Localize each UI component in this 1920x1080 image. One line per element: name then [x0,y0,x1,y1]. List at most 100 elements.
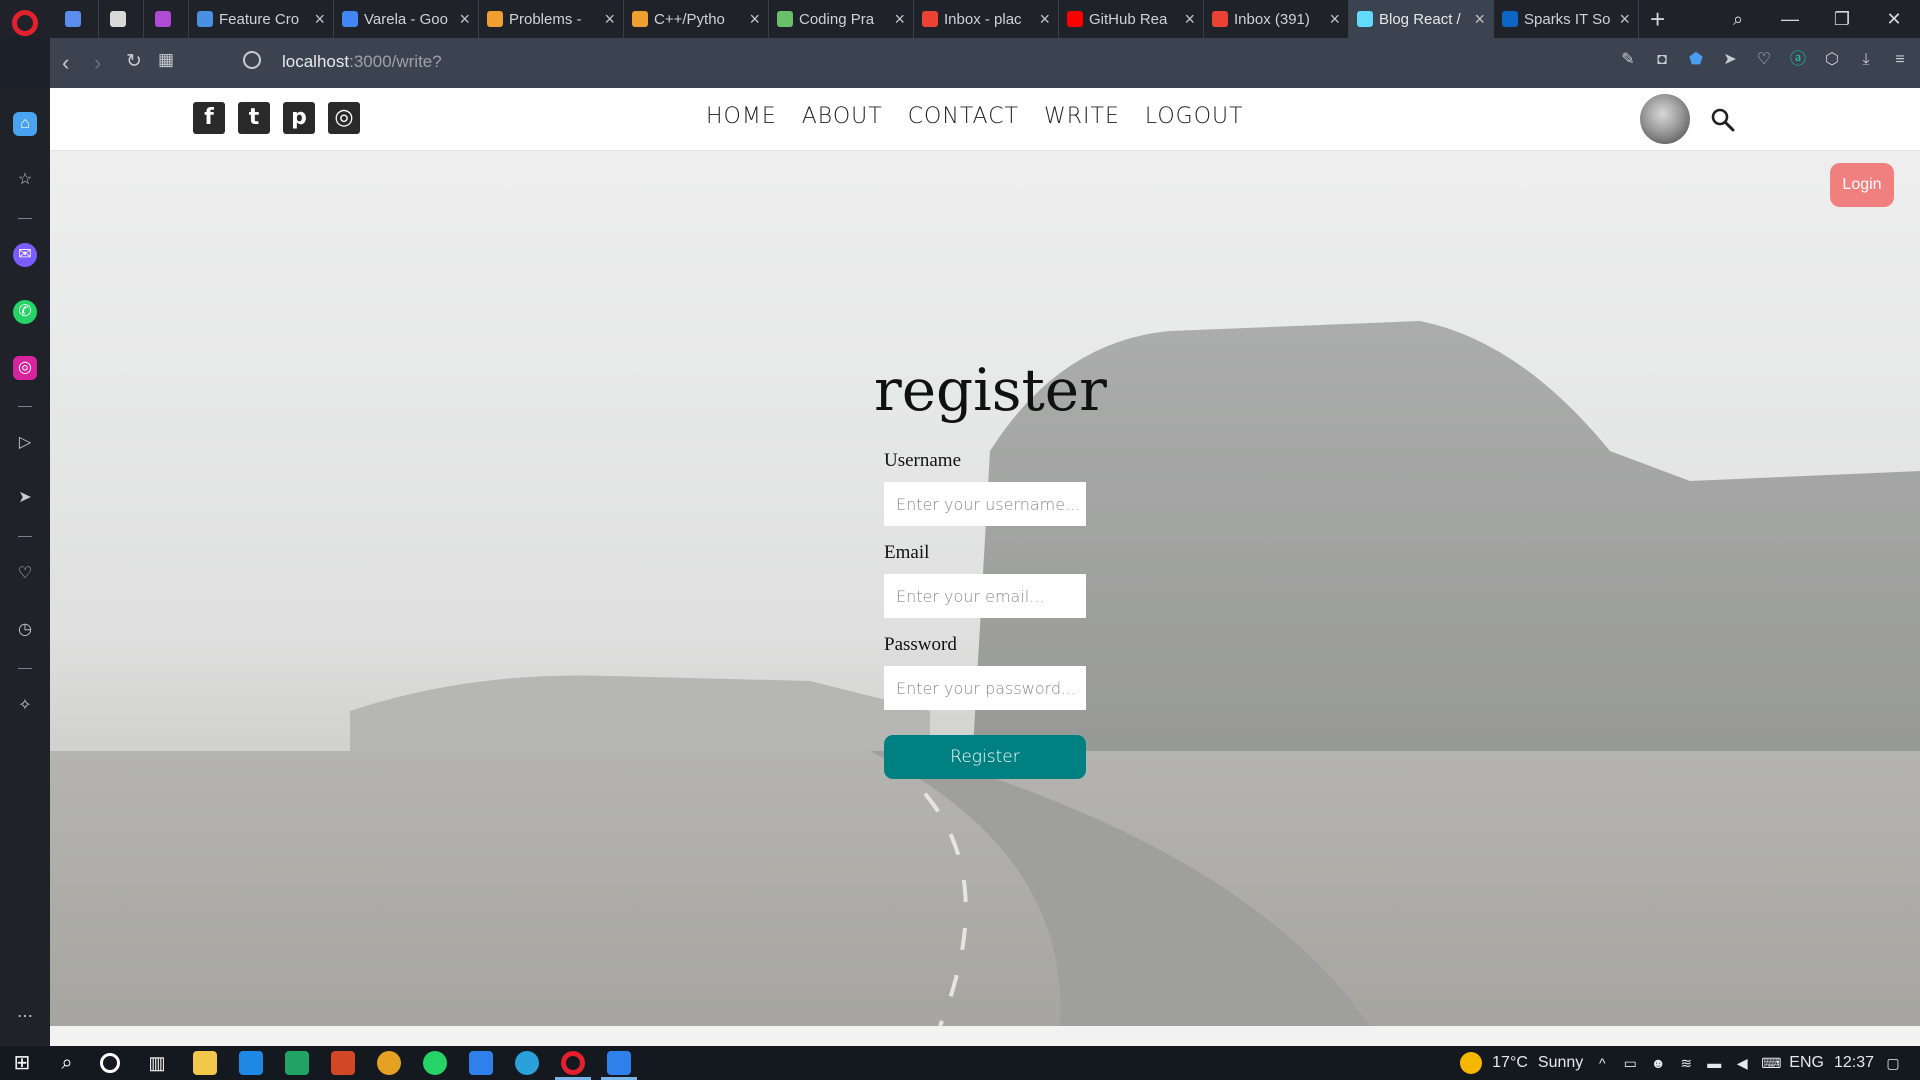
register-button[interactable]: Register [884,735,1086,779]
browser-tab[interactable]: C++/Pytho × [624,0,769,38]
whatsapp-icon[interactable]: ✆ [13,300,37,324]
close-window-button[interactable]: ✕ [1868,9,1920,30]
password-input[interactable] [884,666,1086,710]
messenger-icon[interactable]: ✉ [13,243,37,267]
close-tab-icon[interactable]: × [749,9,760,30]
close-tab-icon[interactable]: × [1474,9,1485,30]
language-indicator[interactable]: ENG [1789,1054,1824,1072]
close-tab-icon[interactable]: × [604,9,615,30]
browser-tab[interactable]: GitHub Rea × [1059,0,1204,38]
file-explorer-icon[interactable] [193,1051,217,1075]
star-icon[interactable]: ☆ [13,168,37,192]
reload-button[interactable]: ↻ [126,50,142,73]
browser-tab[interactable] [54,0,99,38]
battery-icon[interactable]: ▬ [1705,1054,1723,1072]
facebook-icon-glyph: f [204,105,214,130]
speed-dial-icon[interactable]: ▦ [158,50,174,70]
close-tab-icon[interactable]: × [1619,9,1630,30]
back-button[interactable]: ‹ [62,50,69,76]
heart-sidebar-icon[interactable]: ♡ [13,562,37,586]
browser-tab[interactable]: Problems - × [479,0,624,38]
home-icon[interactable]: ⌂ [13,112,37,136]
people-icon[interactable]: ☻ [1649,1054,1667,1072]
search-tabs-icon[interactable]: ⌕ [1712,9,1764,30]
browser-tab[interactable]: Sparks IT So × [1494,0,1639,38]
windows-start-icon[interactable]: ⊞ [10,1051,34,1075]
browser-tab[interactable]: Feature Cro × [189,0,334,38]
history-icon[interactable]: ◷ [13,618,37,642]
lightbulb-icon[interactable]: ✧ [13,694,37,718]
opera-logo-icon[interactable] [12,10,38,36]
shield-icon[interactable]: ⬟ [1686,50,1706,70]
send-sidebar-icon[interactable]: ➤ [13,486,37,510]
search-icon[interactable] [1710,107,1736,133]
close-tab-icon[interactable]: × [1039,9,1050,30]
browser-tab[interactable]: Blog React / × [1349,0,1494,38]
instagram-icon[interactable]: ◎ [328,102,360,134]
browser-tab[interactable]: Inbox - plac × [914,0,1059,38]
cc-favicon [110,11,126,27]
close-tab-icon[interactable]: × [459,9,470,30]
notifications-icon[interactable]: ▢ [1884,1054,1902,1072]
forward-button[interactable]: › [94,50,101,76]
email-input[interactable] [884,574,1086,618]
facebook-icon[interactable]: f [193,102,225,134]
heart-icon[interactable]: ♡ [1754,50,1774,70]
new-tab-button[interactable]: + [1650,4,1665,35]
telegram-icon[interactable] [515,1051,539,1075]
volume-icon[interactable]: ◀ [1733,1054,1751,1072]
clock[interactable]: 12:37 [1834,1054,1874,1072]
mail-icon[interactable] [239,1051,263,1075]
chevron-up-icon[interactable]: ^ [1593,1054,1611,1072]
close-tab-icon[interactable]: × [894,9,905,30]
restore-button[interactable]: ❐ [1816,9,1868,30]
browser-tab[interactable]: Varela - Goo × [334,0,479,38]
close-tab-icon[interactable]: × [1184,9,1195,30]
username-input[interactable] [884,482,1086,526]
wifi-icon[interactable]: ≋ [1677,1054,1695,1072]
browser-tab[interactable]: Inbox (391) × [1204,0,1349,38]
vscode-icon[interactable] [469,1051,493,1075]
opera-taskbar-icon[interactable] [561,1051,585,1075]
keyboard-icon[interactable]: ⌨ [1761,1054,1781,1072]
twitter-icon[interactable]: t [238,102,270,134]
easy-setup-icon[interactable]: ≡ [1890,50,1910,70]
weather-text[interactable]: Sunny [1538,1054,1583,1072]
powerpoint-icon[interactable] [331,1051,355,1075]
browser-tab[interactable] [144,0,189,38]
cube-icon[interactable]: ⬡ [1822,50,1842,70]
browser-tab[interactable]: Coding Pra × [769,0,914,38]
minimize-button[interactable]: — [1764,9,1816,30]
nav-item-write[interactable]: WRITE [1044,104,1120,129]
close-tab-icon[interactable]: × [1329,9,1340,30]
youtube-favicon [1067,11,1083,27]
pinterest-icon[interactable]: p [283,102,315,134]
nav-item-about[interactable]: ABOUT [802,104,883,129]
camera-icon[interactable]: ◘ [1652,50,1672,70]
vscode-icon-2[interactable] [607,1051,631,1075]
snapshot-edit-icon[interactable]: ✎ [1618,50,1638,70]
more-icon[interactable]: ⋯ [13,1005,37,1029]
nav-item-contact[interactable]: CONTACT [908,104,1019,129]
player-icon[interactable]: ▷ [13,431,37,455]
browser-tab[interactable] [99,0,144,38]
close-tab-icon[interactable]: × [314,9,325,30]
excel-icon[interactable] [285,1051,309,1075]
instagram-sidebar-icon[interactable]: ◎ [13,356,37,380]
nav-item-home[interactable]: HOME [706,104,777,129]
chrome-icon[interactable] [377,1051,401,1075]
meet-now-icon[interactable]: ▭ [1621,1054,1639,1072]
search-taskbar-icon[interactable]: ⌕ [55,1051,79,1075]
avatar[interactable] [1640,94,1690,144]
download-icon[interactable]: ⤓ [1856,50,1876,70]
login-button[interactable]: Login [1830,163,1894,207]
cortana-icon[interactable] [100,1053,120,1073]
sidebar-divider [18,218,32,219]
nav-item-logout[interactable]: LOGOUT [1145,104,1244,129]
weather-temp[interactable]: 17°C [1492,1054,1528,1072]
send-icon[interactable]: ➤ [1720,50,1740,70]
aria-icon[interactable]: ⓐ [1788,50,1808,70]
task-view-icon[interactable]: ▥ [145,1051,169,1075]
whatsapp-taskbar-icon[interactable] [423,1051,447,1075]
url-field[interactable]: localhost:3000/write? [282,52,442,72]
